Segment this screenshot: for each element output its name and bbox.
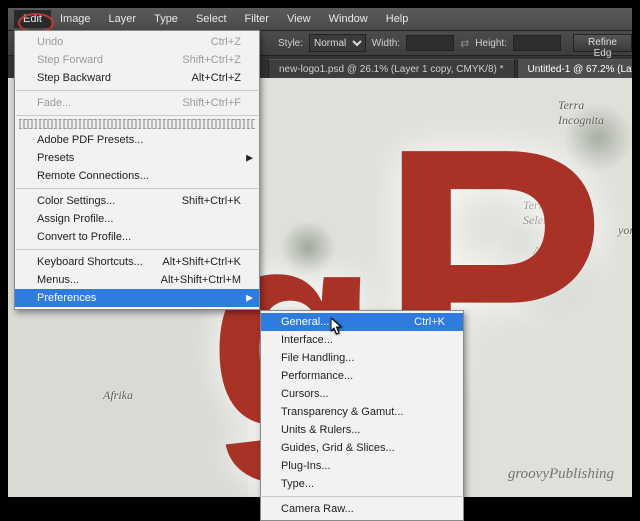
menu-item-fade[interactable]: Fade...Shift+Ctrl+F	[15, 94, 259, 112]
menu-view[interactable]: View	[278, 10, 320, 28]
submenu-item-transparency[interactable]: Transparency & Gamut...	[261, 403, 463, 421]
menu-type[interactable]: Type	[145, 10, 187, 28]
submenu-item-performance[interactable]: Performance...	[261, 367, 463, 385]
menu-item-menus[interactable]: Menus...Alt+Shift+Ctrl+M	[15, 271, 259, 289]
menu-select[interactable]: Select	[187, 10, 236, 28]
submenu-item-general[interactable]: General...Ctrl+K	[261, 313, 463, 331]
refine-edge-button[interactable]: Refine Edg	[573, 34, 632, 52]
menu-item-remote-connections[interactable]: Remote Connections...	[15, 167, 259, 185]
mouse-cursor-icon	[331, 318, 343, 336]
submenu-item-interface[interactable]: Interface...	[261, 331, 463, 349]
submenu-item-units[interactable]: Units & Rulers...	[261, 421, 463, 439]
menu-item-keyboard-shortcuts[interactable]: Keyboard Shortcuts...Alt+Shift+Ctrl+K	[15, 253, 259, 271]
menu-item-presets[interactable]: Presets▶	[15, 149, 259, 167]
menu-tearoff[interactable]	[19, 119, 255, 129]
submenu-item-guides[interactable]: Guides, Grid & Slices...	[261, 439, 463, 457]
menu-item-pdf-presets[interactable]: Adobe PDF Presets...	[15, 131, 259, 149]
menu-item-color-settings[interactable]: Color Settings...Shift+Ctrl+K	[15, 192, 259, 210]
submenu-item-type[interactable]: Type...	[261, 475, 463, 493]
menu-edit[interactable]: Edit	[14, 10, 51, 28]
menu-item-step-backward[interactable]: Step BackwardAlt+Ctrl+Z	[15, 69, 259, 87]
style-label: Style:	[278, 38, 303, 49]
chevron-right-icon: ▶	[246, 293, 253, 304]
map-label-syorum: yorum	[618, 223, 632, 238]
width-input[interactable]	[406, 35, 454, 51]
menu-window[interactable]: Window	[320, 10, 377, 28]
app-frame: Edit Image Layer Type Select Filter View…	[8, 8, 632, 497]
menu-item-assign-profile[interactable]: Assign Profile...	[15, 210, 259, 228]
preferences-submenu: General...Ctrl+K Interface... File Handl…	[260, 310, 464, 521]
map-label-afrika-left: Afrika	[103, 388, 133, 403]
submenu-item-file-handling[interactable]: File Handling...	[261, 349, 463, 367]
height-label: Height:	[475, 38, 507, 49]
menu-help[interactable]: Help	[377, 10, 418, 28]
width-label: Width:	[372, 38, 400, 49]
menu-item-preferences[interactable]: Preferences▶	[15, 289, 259, 307]
menu-layer[interactable]: Layer	[100, 10, 146, 28]
menu-item-undo[interactable]: UndoCtrl+Z	[15, 33, 259, 51]
submenu-item-cursors[interactable]: Cursors...	[261, 385, 463, 403]
menu-filter[interactable]: Filter	[236, 10, 278, 28]
submenu-item-camera-raw[interactable]: Camera Raw...	[261, 500, 463, 518]
document-tab-2[interactable]: Untitled-1 @ 67.2% (Lay	[517, 59, 632, 78]
edit-menu-dropdown: UndoCtrl+Z Step ForwardShift+Ctrl+Z Step…	[14, 30, 260, 310]
menu-bar: Edit Image Layer Type Select Filter View…	[8, 8, 632, 30]
height-input[interactable]	[513, 35, 561, 51]
watermark-text: groovyPublishing	[508, 466, 614, 483]
submenu-item-plugins[interactable]: Plug-Ins...	[261, 457, 463, 475]
menu-image[interactable]: Image	[51, 10, 100, 28]
document-tab-1[interactable]: new-logo1.psd @ 26.1% (Layer 1 copy, CMY…	[268, 59, 515, 78]
menu-item-convert-profile[interactable]: Convert to Profile...	[15, 228, 259, 246]
menu-item-step-forward[interactable]: Step ForwardShift+Ctrl+Z	[15, 51, 259, 69]
chevron-right-icon: ▶	[246, 153, 253, 164]
style-select[interactable]: Normal	[309, 34, 366, 52]
